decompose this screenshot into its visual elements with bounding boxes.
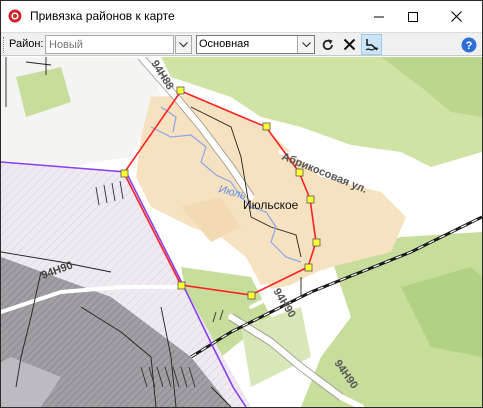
vertex-handle[interactable] [262, 122, 271, 131]
app-window: Привязка районов к карте Район: Основная [0, 0, 483, 408]
toolbar: Район: Основная [1, 32, 482, 56]
delete-button[interactable] [339, 34, 360, 55]
maximize-button[interactable] [396, 1, 430, 32]
vertex-handle[interactable] [177, 281, 186, 290]
delete-x-icon [343, 38, 356, 51]
app-record-icon [8, 9, 22, 23]
chevron-down-icon [179, 41, 188, 47]
minimize-button[interactable] [362, 1, 396, 32]
toolbar-grip[interactable] [3, 37, 6, 53]
region-label: Район: [9, 38, 44, 50]
refresh-button[interactable] [317, 34, 338, 55]
vertex-handle[interactable] [176, 86, 185, 95]
close-button[interactable] [439, 1, 473, 32]
refresh-icon [322, 38, 333, 50]
help-icon: ? [461, 37, 476, 52]
vertex-handle[interactable] [312, 238, 321, 247]
maximize-icon [408, 11, 418, 22]
minimize-icon [374, 16, 384, 17]
village-label: Июльское [243, 198, 299, 212]
vertex-handle[interactable] [306, 195, 315, 204]
vertex-handle[interactable] [247, 291, 256, 300]
vertex-handle[interactable] [304, 263, 313, 272]
region-dropdown-button[interactable] [175, 35, 192, 54]
help-button[interactable]: ? [458, 34, 479, 55]
vertex-handle[interactable] [120, 169, 129, 178]
svg-text:?: ? [465, 40, 472, 52]
snap-tool-icon [365, 38, 378, 51]
layer-select[interactable]: Основная [196, 35, 315, 54]
region-name-input[interactable] [45, 35, 174, 54]
title-bar: Привязка районов к карте [1, 1, 482, 32]
layer-select-value: Основная [199, 38, 250, 50]
map-svg[interactable]: 94Н88 Абрикосовая ул. Июль Июльское 94Н9… [1, 57, 482, 407]
snap-tool-button[interactable] [361, 34, 382, 55]
close-icon [450, 11, 462, 22]
window-title: Привязка районов к карте [30, 9, 175, 23]
layer-dropdown-button[interactable] [297, 36, 314, 53]
map-canvas[interactable]: 94Н88 Абрикосовая ул. Июль Июльское 94Н9… [1, 57, 482, 407]
chevron-down-icon [301, 41, 311, 47]
